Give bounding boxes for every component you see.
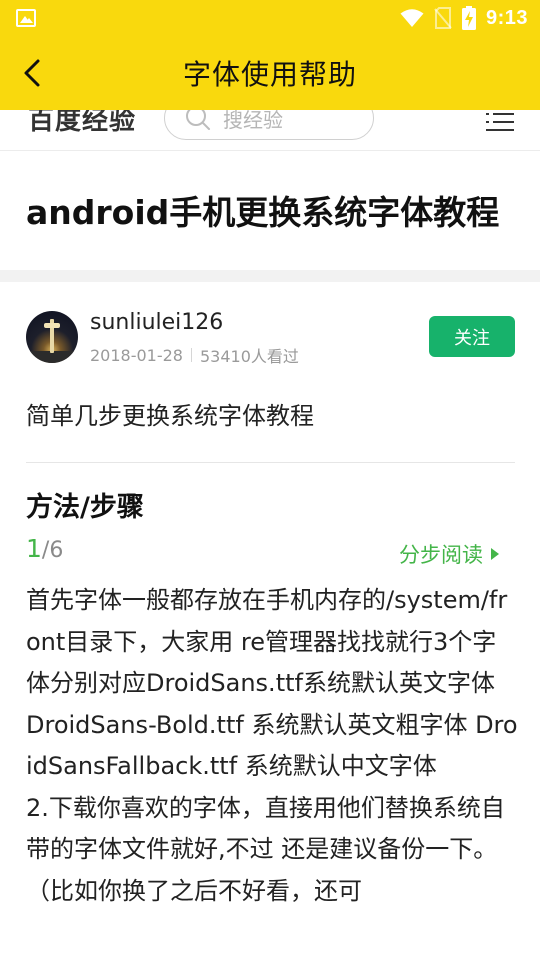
status-time: 9:13 <box>485 6 528 29</box>
article-summary: 简单几步更换系统字体教程 <box>26 402 314 430</box>
site-header: 百度经验 搜经验 <box>0 110 540 151</box>
meta-separator <box>190 348 192 362</box>
step-read-button[interactable]: 分步阅读 <box>399 539 499 569</box>
chevron-left-icon <box>24 59 40 87</box>
step-paragraph: 2.下载你喜欢的字体，直接用他们替换系统自带的字体文件就好,不过 还是建议备份一… <box>26 793 505 905</box>
author-meta: 2018-01-28 53410人看过 <box>90 343 299 367</box>
avatar[interactable] <box>26 311 78 363</box>
article-title: android手机更换系统字体教程 <box>26 193 500 232</box>
step-content: 首先字体一般都存放在手机内存的/system/front目录下，大家用 re管理… <box>26 580 518 912</box>
back-button[interactable] <box>14 54 50 92</box>
step-total: /6 <box>41 538 64 563</box>
no-sim-icon <box>434 7 452 29</box>
site-logo[interactable]: 百度经验 <box>28 110 136 137</box>
wifi-icon <box>400 9 424 27</box>
search-input[interactable]: 搜经验 <box>164 110 374 140</box>
step-paragraph: 首先字体一般都存放在手机内存的/system/front目录下，大家用 re管理… <box>26 586 518 780</box>
view-count: 53410人看过 <box>199 347 299 366</box>
play-icon <box>491 548 499 560</box>
step-read-label: 分步阅读 <box>399 543 483 567</box>
step-current: 1 <box>26 534 42 563</box>
battery-charging-icon <box>461 6 476 30</box>
gallery-icon <box>16 9 36 27</box>
author-name[interactable]: sunliulei126 <box>90 310 223 335</box>
follow-button[interactable]: 关注 <box>429 316 515 357</box>
page-title: 字体使用帮助 <box>182 58 357 91</box>
app-title-bar: 字体使用帮助 <box>0 36 540 110</box>
step-counter: 1/6 <box>26 534 63 563</box>
divider <box>26 462 515 463</box>
section-divider-band <box>0 270 540 282</box>
search-placeholder: 搜经验 <box>223 110 283 132</box>
status-bar: 9:13 <box>0 0 540 36</box>
menu-icon[interactable] <box>484 112 516 134</box>
section-title: 方法/步骤 <box>26 492 144 523</box>
publish-date: 2018-01-28 <box>90 345 183 365</box>
search-icon <box>186 110 210 130</box>
